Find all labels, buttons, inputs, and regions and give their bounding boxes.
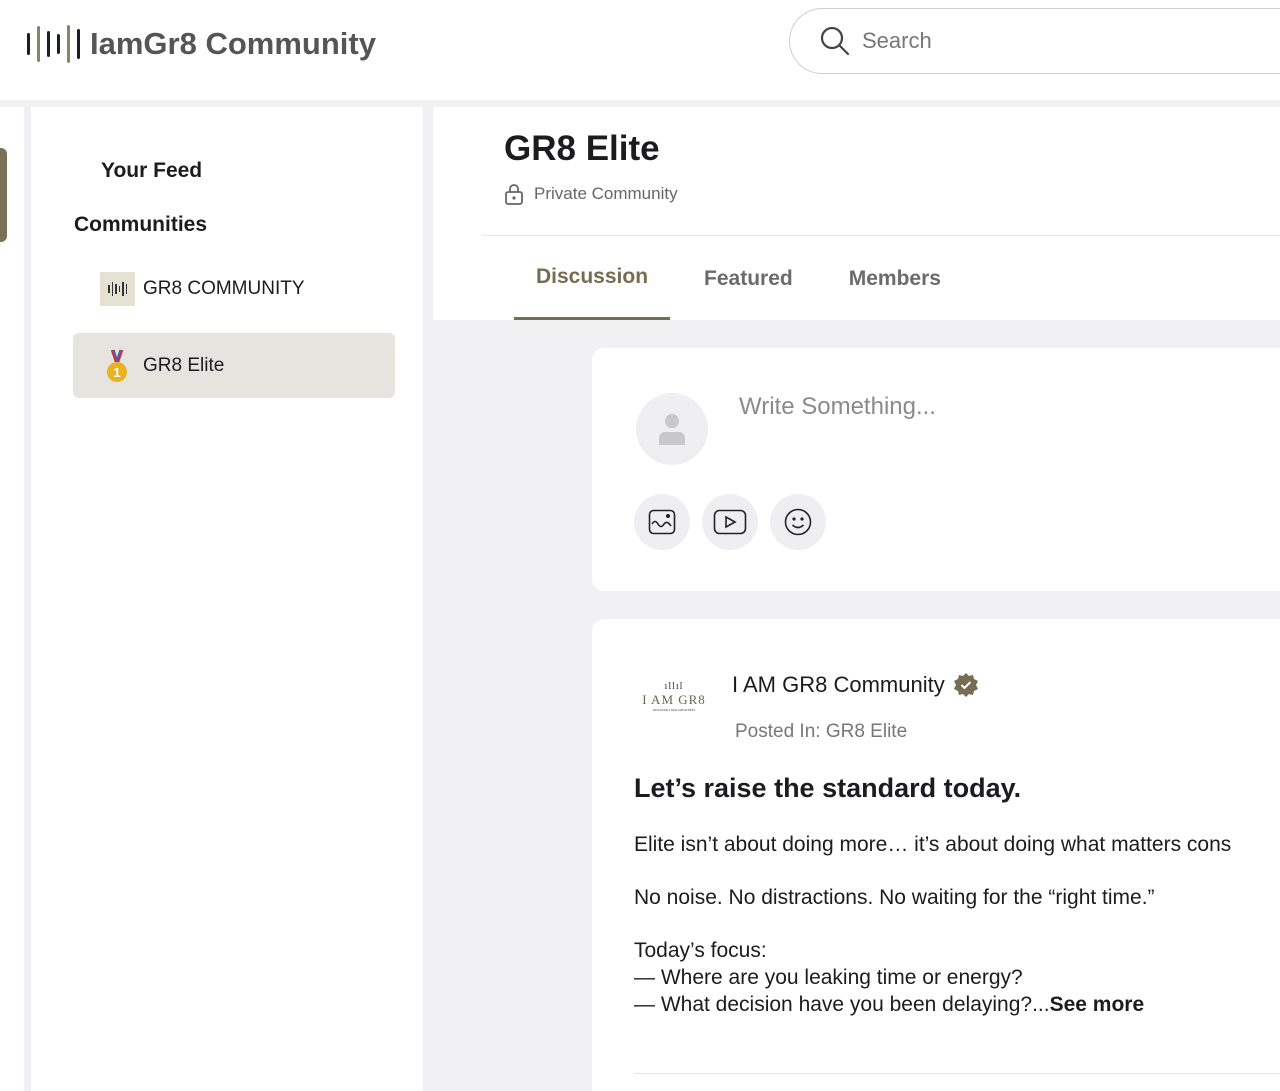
rail-tab[interactable] <box>0 148 7 242</box>
tab-discussion[interactable]: Discussion <box>514 237 671 320</box>
tab-featured[interactable]: Featured <box>682 237 815 320</box>
community-header: GR8 Elite Private Community Discussion F… <box>433 107 1280 320</box>
author-logo: ıllıl I AM GR8 DISCOVER YOUR GREATNESS <box>638 681 710 712</box>
community-thumbnail-icon <box>100 271 135 306</box>
post-line: — Where are you leaking time or energy? <box>634 966 1023 989</box>
author-name[interactable]: I AM GR8 Community <box>732 672 945 698</box>
sidebar: Your Feed Communities GR8 COMMUNITY 1 GR… <box>31 107 423 1091</box>
sidebar-item-gr8-elite[interactable]: 1 GR8 Elite <box>73 333 395 398</box>
post-line: — What decision have you been delaying?.… <box>634 991 1280 1018</box>
privacy-label: Private Community <box>504 183 678 205</box>
communities-heading: Communities <box>74 213 208 236</box>
add-video-button[interactable] <box>702 494 758 550</box>
post-author[interactable]: I AM GR8 Community <box>732 672 979 698</box>
lock-icon <box>505 184 523 205</box>
smiley-icon <box>784 508 812 536</box>
write-something-input[interactable]: Write Something... <box>739 393 936 421</box>
svg-text:1: 1 <box>113 365 120 380</box>
search-input[interactable] <box>862 28 1242 54</box>
sidebar-item-gr8-community[interactable]: GR8 COMMUNITY <box>73 256 395 321</box>
post-composer: Write Something... <box>592 348 1280 591</box>
user-icon <box>659 414 685 445</box>
tab-members[interactable]: Members <box>827 237 963 320</box>
gold-medal-icon: 1 <box>107 349 127 382</box>
left-rail <box>0 107 24 1091</box>
post-body: Elite isn’t about doing more… it’s about… <box>634 831 1280 1018</box>
sidebar-item-label: GR8 COMMUNITY <box>143 277 305 299</box>
posted-in: Posted In: GR8 Elite <box>735 721 908 742</box>
divider <box>482 235 1280 236</box>
video-play-icon <box>713 509 747 535</box>
add-image-button[interactable] <box>634 494 690 550</box>
top-header: IamGr8 Community <box>0 0 1280 100</box>
tab-bar: Discussion Featured Members <box>514 237 975 320</box>
privacy-text: Private Community <box>534 184 678 203</box>
post-card: ıllıl I AM GR8 DISCOVER YOUR GREATNESS I… <box>592 619 1280 1091</box>
post-paragraph: Elite isn’t about doing more… it’s about… <box>634 833 1232 856</box>
page-title: GR8 Elite <box>504 129 660 168</box>
post-paragraph: No noise. No distractions. No waiting fo… <box>634 886 1155 909</box>
logo-tagline: DISCOVER YOUR GREATNESS <box>653 708 695 712</box>
sidebar-item-your-feed[interactable]: Your Feed <box>101 159 202 183</box>
verified-badge-icon <box>953 673 978 697</box>
sidebar-item-label: GR8 Elite <box>143 354 225 376</box>
logo-bars-icon <box>27 24 80 64</box>
divider <box>634 1073 1280 1074</box>
add-emoji-button[interactable] <box>770 494 826 550</box>
post-line-text: — What decision have you been delaying?.… <box>634 993 1050 1016</box>
brand-name: IamGr8 Community <box>90 26 376 61</box>
see-more-link[interactable]: See more <box>1050 993 1145 1016</box>
search-icon <box>820 26 850 56</box>
post-paragraph: Today’s focus: <box>634 939 767 962</box>
search-bar[interactable] <box>789 8 1280 74</box>
image-icon <box>648 509 676 535</box>
logo-text: I AM GR8 <box>642 692 706 707</box>
avatar <box>636 393 708 465</box>
logo[interactable]: IamGr8 Community <box>27 24 376 64</box>
post-title: Let’s raise the standard today. <box>634 773 1022 803</box>
